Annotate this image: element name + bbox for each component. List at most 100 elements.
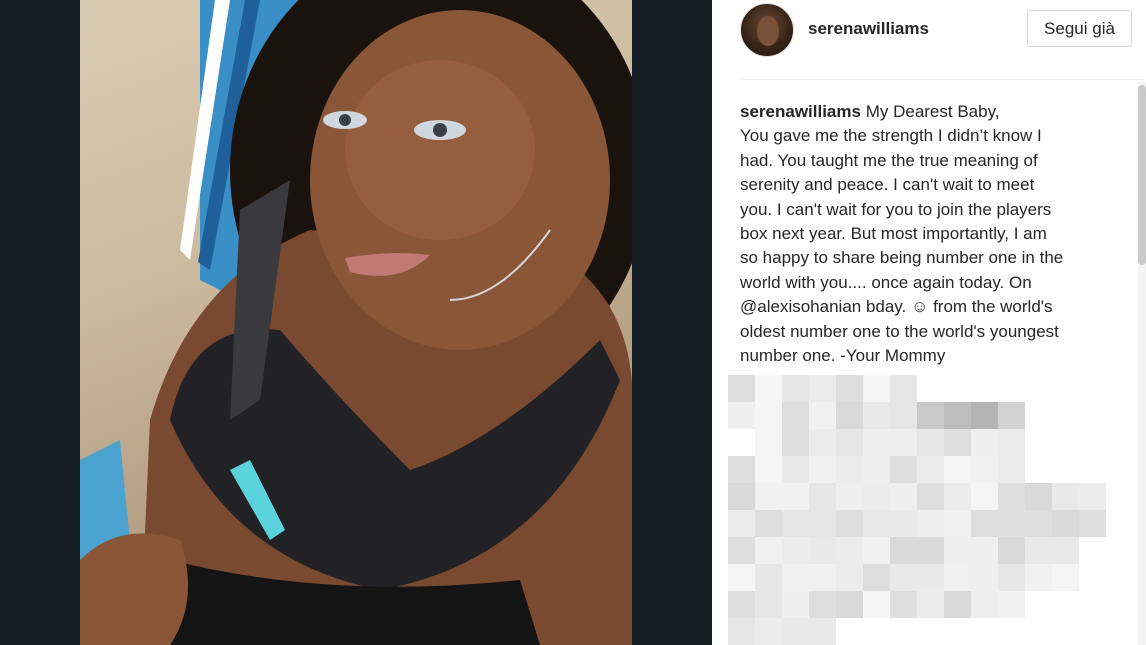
pixel-block xyxy=(917,483,944,510)
caption-line: had. You taught me the true meaning of xyxy=(740,150,1038,170)
scrollbar-thumb[interactable] xyxy=(1138,85,1146,265)
pixel-block xyxy=(971,591,998,618)
pixel-block xyxy=(809,537,836,564)
pixel-block xyxy=(863,564,890,591)
pixel-block xyxy=(836,402,863,429)
pixel-block xyxy=(836,375,863,402)
pixel-block xyxy=(971,456,998,483)
pixel-block xyxy=(782,456,809,483)
pixel-block xyxy=(836,564,863,591)
pixel-block xyxy=(782,402,809,429)
pixel-block xyxy=(971,510,998,537)
caption-line: serenity and peace. I can't wait to meet xyxy=(740,175,1035,195)
pixel-block xyxy=(890,375,917,402)
pixel-block xyxy=(890,456,917,483)
pixel-block xyxy=(836,456,863,483)
pixel-block xyxy=(1025,564,1052,591)
pixel-block xyxy=(998,537,1025,564)
pixel-block xyxy=(917,591,944,618)
pixel-block xyxy=(863,537,890,564)
pixel-block xyxy=(917,564,944,591)
pixel-block xyxy=(728,402,755,429)
pixel-block xyxy=(782,618,809,645)
caption-line: My Dearest Baby, xyxy=(865,102,1000,121)
pixel-block xyxy=(1052,537,1079,564)
pixel-block xyxy=(755,429,782,456)
pixel-block xyxy=(998,456,1025,483)
pixel-block xyxy=(917,402,944,429)
pixel-block xyxy=(755,375,782,402)
pixel-block xyxy=(863,483,890,510)
pixelated-comments xyxy=(728,375,1112,645)
post-header: serenawilliams Segui già xyxy=(740,0,1144,80)
pixel-block xyxy=(728,591,755,618)
pixel-block xyxy=(971,402,998,429)
pixel-block xyxy=(890,564,917,591)
pixel-block xyxy=(890,510,917,537)
pixel-block xyxy=(863,429,890,456)
pixel-block xyxy=(836,537,863,564)
pixel-block xyxy=(998,483,1025,510)
pixel-block xyxy=(1079,510,1106,537)
pixel-block xyxy=(944,564,971,591)
pixel-block xyxy=(809,375,836,402)
pixel-block xyxy=(782,537,809,564)
pixel-block xyxy=(755,564,782,591)
pixel-block xyxy=(1025,537,1052,564)
pixel-block xyxy=(728,456,755,483)
caption-line: You gave me the strength I didn’t know I xyxy=(740,126,1042,146)
pixel-block xyxy=(917,429,944,456)
post-username[interactable]: serenawilliams xyxy=(808,19,929,39)
pixel-block xyxy=(836,483,863,510)
pixel-block xyxy=(755,483,782,510)
avatar[interactable] xyxy=(740,3,794,57)
pixel-block xyxy=(755,510,782,537)
pixel-block xyxy=(917,537,944,564)
pixel-block xyxy=(755,591,782,618)
pixel-block xyxy=(782,429,809,456)
pixel-block xyxy=(755,456,782,483)
caption-line: number one. -Your Mommy xyxy=(740,346,946,366)
pixel-block xyxy=(809,456,836,483)
caption-line: @alexisohanian bday. ☺ from the world's xyxy=(740,297,1053,317)
post-caption: serenawilliams My Dearest Baby, You gave… xyxy=(740,100,1112,368)
pixel-block xyxy=(998,564,1025,591)
pixel-block xyxy=(809,483,836,510)
pixel-block xyxy=(782,375,809,402)
pixel-block xyxy=(809,429,836,456)
pixel-block xyxy=(917,456,944,483)
caption-username[interactable]: serenawilliams xyxy=(740,102,861,121)
following-button[interactable]: Segui già xyxy=(1027,10,1132,47)
pixel-block xyxy=(1025,510,1052,537)
pixel-block xyxy=(944,483,971,510)
pixel-block xyxy=(782,483,809,510)
pixel-block xyxy=(782,510,809,537)
pixel-block xyxy=(809,402,836,429)
pixel-block xyxy=(863,375,890,402)
photo-viewer xyxy=(0,0,712,645)
pixel-block xyxy=(890,483,917,510)
pixel-block xyxy=(863,456,890,483)
pixel-block xyxy=(836,429,863,456)
pixel-block xyxy=(944,537,971,564)
pixel-block xyxy=(836,591,863,618)
post-photo[interactable] xyxy=(80,0,632,645)
pixel-block xyxy=(944,510,971,537)
pixel-block xyxy=(944,591,971,618)
pixel-block xyxy=(917,510,944,537)
pixel-block xyxy=(971,564,998,591)
pixel-block xyxy=(728,537,755,564)
pixel-block xyxy=(728,375,755,402)
pixel-block xyxy=(971,537,998,564)
post-sidebar: serenawilliams Segui già serenawilliams … xyxy=(712,0,1146,645)
caption-line: world with you.... once again today. On xyxy=(740,272,1032,292)
caption-first-line: serenawilliams My Dearest Baby, xyxy=(740,100,1112,124)
pixel-block xyxy=(971,483,998,510)
pixel-block xyxy=(1025,483,1052,510)
pixel-block xyxy=(944,429,971,456)
pixel-block xyxy=(998,402,1025,429)
pixel-block xyxy=(755,618,782,645)
pixel-block xyxy=(755,402,782,429)
caption-line: you. I can't wait for you to join the pl… xyxy=(740,199,1052,219)
pixel-block xyxy=(809,510,836,537)
